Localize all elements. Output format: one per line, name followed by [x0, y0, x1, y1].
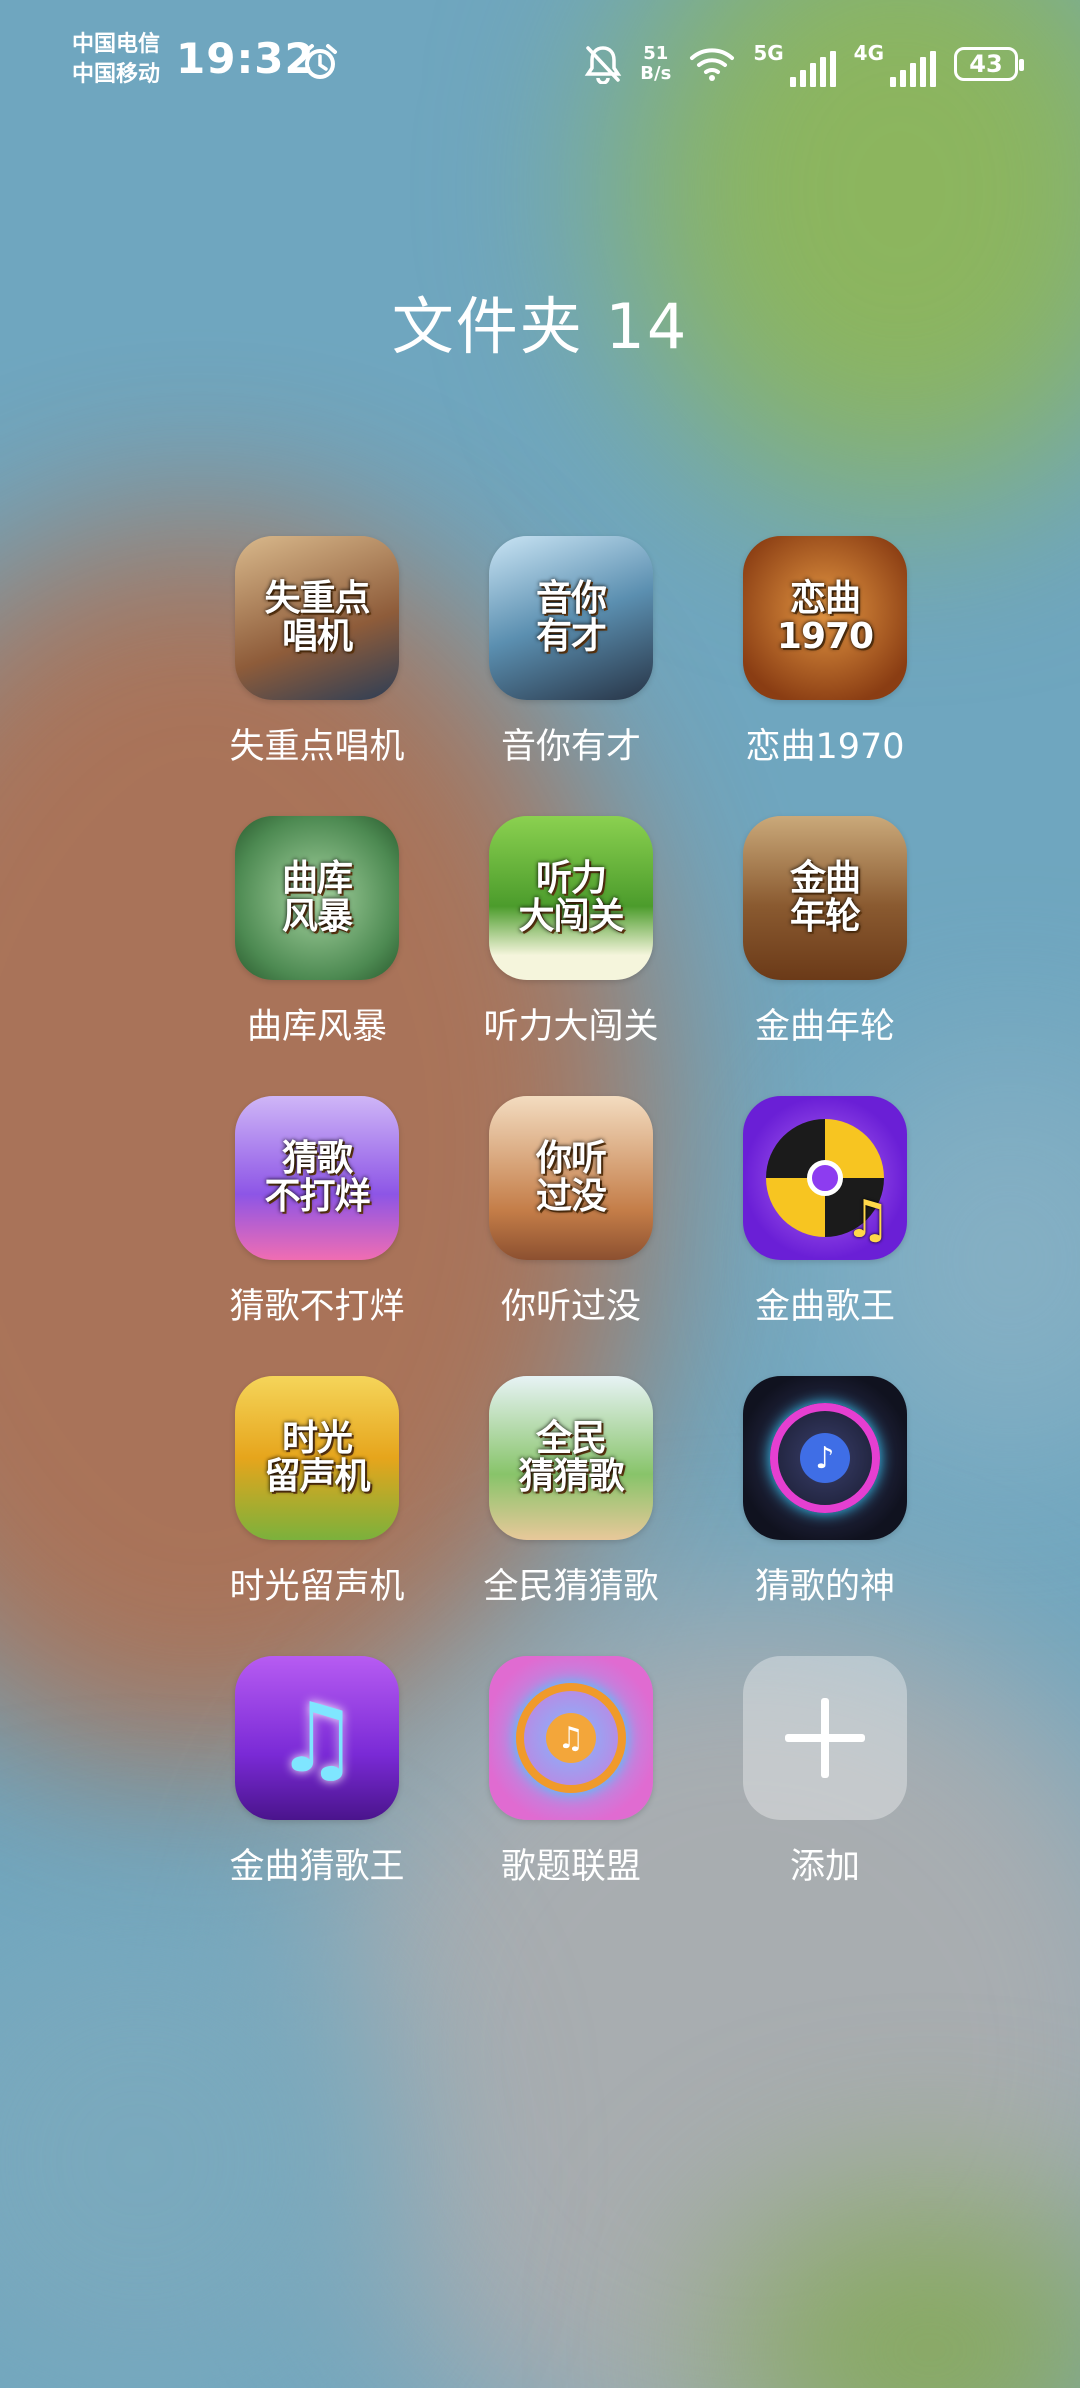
- app-label: 曲库风暴: [246, 1007, 387, 1047]
- app-icon: 恋曲 1970: [743, 536, 907, 700]
- app-caige-budayang[interactable]: 猜歌 不打烊 猜歌不打烊: [190, 1096, 444, 1376]
- sim2-type: 4G: [853, 41, 884, 65]
- add-app-button[interactable]: 添加: [698, 1656, 952, 1936]
- sim1-signal: 5G: [753, 41, 836, 87]
- clock: 19:32: [176, 34, 315, 83]
- app-label: 金曲猜歌王: [229, 1847, 405, 1887]
- app-label: 音你有才: [500, 727, 641, 767]
- signal-bars-icon: [789, 51, 836, 87]
- app-label: 歌题联盟: [500, 1847, 641, 1887]
- app-label: 添加: [789, 1847, 860, 1887]
- battery-icon: 43: [954, 47, 1024, 81]
- alarm-clock-icon: [303, 44, 337, 79]
- app-quku-fengbao[interactable]: 曲库 风暴 曲库风暴: [190, 816, 444, 1096]
- folder-title[interactable]: 文件夹 14: [0, 276, 1080, 366]
- network-speed-unit: B/s: [640, 63, 672, 84]
- app-icon: 曲库 风暴: [235, 816, 399, 980]
- app-icon: ♪: [743, 1376, 907, 1540]
- app-label: 猜歌不打烊: [229, 1287, 405, 1327]
- app-icon: ♫: [489, 1656, 653, 1820]
- app-icon: 听力 大闯关: [489, 816, 653, 980]
- app-label: 失重点唱机: [229, 727, 405, 767]
- music-note-icon: ♫: [273, 1682, 361, 1794]
- app-lianqu-1970[interactable]: 恋曲 1970 恋曲1970: [698, 536, 952, 816]
- battery-level: 43: [969, 50, 1003, 78]
- app-label: 听力大闯关: [483, 1007, 659, 1047]
- icon-text: 金曲 年轮: [789, 858, 861, 937]
- app-label: 时光留声机: [229, 1567, 405, 1607]
- status-icons: 51 B/s 5G 4G 43: [584, 34, 1024, 94]
- app-jinqu-gewang[interactable]: ♫ 金曲歌王: [698, 1096, 952, 1376]
- app-icon: 失重点 唱机: [235, 536, 399, 700]
- icon-text: 你听 过没: [535, 1138, 607, 1217]
- app-niting-guomei[interactable]: 你听 过没 你听过没: [444, 1096, 698, 1376]
- app-icon: 你听 过没: [489, 1096, 653, 1260]
- icon-text: 猜歌 不打烊: [264, 1138, 370, 1217]
- app-yinni-youcai[interactable]: 音你 有才 音你有才: [444, 536, 698, 816]
- app-icon: 全民 猜猜歌: [489, 1376, 653, 1540]
- app-quanmin-caicaige[interactable]: 全民 猜猜歌 全民猜猜歌: [444, 1376, 698, 1656]
- plus-icon: [785, 1698, 865, 1778]
- app-icon: ♫: [743, 1096, 907, 1260]
- app-label: 金曲歌王: [754, 1287, 895, 1327]
- app-caige-deshen[interactable]: ♪ 猜歌的神: [698, 1376, 952, 1656]
- mute-bell-icon: [585, 46, 622, 84]
- music-note-icon: ♫: [844, 1190, 891, 1250]
- app-jinqu-caigewang[interactable]: ♫ 金曲猜歌王: [190, 1656, 444, 1936]
- icon-text: 曲库 风暴: [281, 858, 353, 937]
- app-shiguang-liushengji[interactable]: 时光 留声机 时光留声机: [190, 1376, 444, 1656]
- carrier-2: 中国移动: [72, 62, 161, 87]
- app-geti-lianmeng[interactable]: ♫ 歌题联盟: [444, 1656, 698, 1936]
- folder-app-grid: 失重点 唱机 失重点唱机 音你 有才 音你有才 恋曲 1970 恋曲1970 曲…: [190, 536, 907, 1936]
- status-bar: 中国电信 中国移动 19:32 51 B/s 5G 4G 43: [0, 0, 1080, 130]
- network-speed: 51 B/s: [640, 44, 671, 84]
- headphones-icon: ♫: [516, 1683, 626, 1793]
- app-icon: 时光 留声机: [235, 1376, 399, 1540]
- app-label: 你听过没: [500, 1287, 641, 1327]
- app-shizhongdian-changji[interactable]: 失重点 唱机 失重点唱机: [190, 536, 444, 816]
- wifi-icon: [690, 48, 735, 81]
- app-icon: 金曲 年轮: [743, 816, 907, 980]
- sim1-type: 5G: [753, 41, 784, 65]
- app-icon: ♫: [235, 1656, 399, 1820]
- add-icon-tile: [743, 1656, 907, 1820]
- sim2-signal: 4G: [854, 41, 936, 87]
- app-icon: 音你 有才: [489, 536, 653, 700]
- icon-text: 失重点 唱机: [264, 578, 370, 657]
- app-label: 全民猜猜歌: [483, 1567, 659, 1607]
- signal-bars-icon: [890, 51, 936, 87]
- app-tingli-dachuangguan[interactable]: 听力 大闯关 听力大闯关: [444, 816, 698, 1096]
- app-label: 猜歌的神: [754, 1567, 895, 1607]
- icon-text: 音你 有才: [535, 578, 607, 657]
- app-jinqu-nianlun[interactable]: 金曲 年轮 金曲年轮: [698, 816, 952, 1096]
- icon-text: 全民 猜猜歌: [518, 1418, 624, 1497]
- app-label: 恋曲1970: [745, 727, 905, 767]
- app-icon: 猜歌 不打烊: [235, 1096, 399, 1260]
- carrier-1: 中国电信: [72, 32, 161, 57]
- carrier-names: 中国电信 中国移动: [72, 30, 160, 90]
- icon-text: 听力 大闯关: [518, 858, 624, 937]
- network-speed-value: 51: [643, 43, 669, 64]
- headphones-icon: ♪: [770, 1403, 880, 1513]
- app-label: 金曲年轮: [754, 1007, 895, 1047]
- icon-text: 恋曲 1970: [776, 578, 874, 657]
- icon-text: 时光 留声机: [264, 1418, 370, 1497]
